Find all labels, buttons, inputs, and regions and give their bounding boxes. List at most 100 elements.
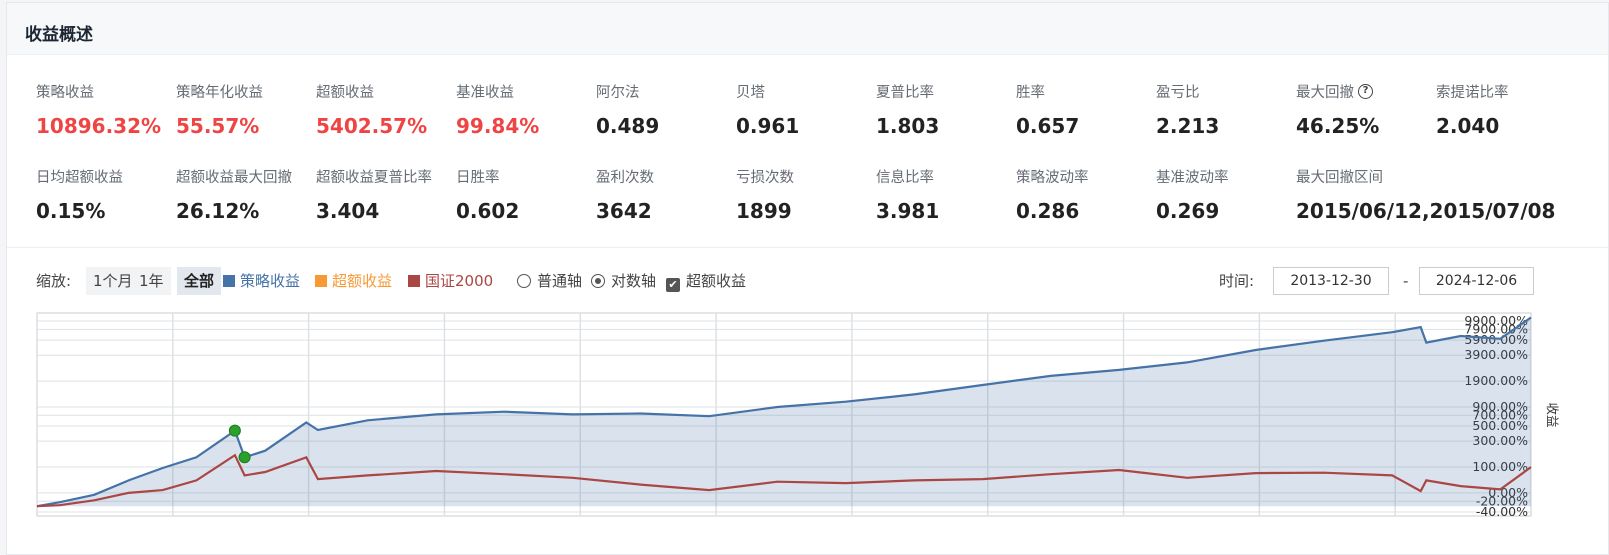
- metric-label: 策略年化收益: [176, 81, 326, 102]
- metric-value: 2.213: [1156, 114, 1220, 138]
- date-from-input[interactable]: 2013-12-30: [1273, 267, 1389, 295]
- metric-value: 46.25%: [1296, 114, 1380, 138]
- max-drawdown-marker: [238, 451, 251, 464]
- date-to-input[interactable]: 2024-12-06: [1419, 267, 1534, 295]
- metric-label: 策略波动率: [1016, 166, 1166, 187]
- metric-row1-9: 最大回撤? 46.25%: [1296, 81, 1446, 138]
- metric-value: 2.040: [1436, 114, 1500, 138]
- legend-excess-label: 超额收益: [332, 272, 393, 290]
- metric-value: 55.57%: [176, 114, 260, 138]
- metric-label-text: 夏普比率: [876, 85, 934, 101]
- max-drawdown-marker: [228, 424, 241, 437]
- axis-log-label: 对数轴: [611, 272, 657, 290]
- metric-label: 超额收益: [316, 81, 466, 102]
- radio-icon: [517, 274, 531, 288]
- metric-label-text: 索提诺比率: [1436, 85, 1509, 101]
- metric-label-text: 日均超额收益: [36, 170, 123, 186]
- y-tick-label: -40.00%: [1476, 504, 1528, 519]
- radio-selected-icon: [591, 274, 605, 288]
- metric-value: 0.489: [596, 114, 660, 138]
- zoom-1-year-button[interactable]: 1年: [132, 267, 171, 295]
- metric-row1-1: 策略年化收益 55.57%: [176, 81, 326, 138]
- chart-toolbar: 缩放: 1个月 1年 全部 策略收益 超额收益 国证2000 普通轴 对数轴 ✔…: [7, 267, 1608, 297]
- metric-row2-2: 超额收益夏普比率 3.404: [316, 166, 466, 223]
- legend-excess[interactable]: 超额收益: [315, 267, 392, 295]
- metric-label: 日均超额收益: [36, 166, 186, 187]
- metric-row2-3: 日胜率 0.602: [456, 166, 606, 223]
- help-icon[interactable]: ?: [1358, 84, 1373, 99]
- legend-benchmark-label: 国证2000: [425, 272, 494, 290]
- metric-row1-8: 盈亏比 2.213: [1156, 81, 1306, 138]
- legend-strategy[interactable]: 策略收益: [223, 267, 300, 295]
- metric-label-text: 贝塔: [736, 85, 765, 101]
- metric-label: 最大回撤?: [1296, 81, 1446, 102]
- metric-value: 2015/06/12,2015/07/08: [1296, 199, 1556, 223]
- date-separator: -: [1403, 272, 1409, 290]
- metric-value: 3.981: [876, 199, 940, 223]
- metric-label: 贝塔: [736, 81, 886, 102]
- metric-value: 10896.32%: [36, 114, 162, 138]
- metric-label-text: 超额收益最大回撤: [176, 170, 292, 186]
- metric-label: 超额收益最大回撤: [176, 166, 326, 187]
- metric-label-text: 亏损次数: [736, 170, 794, 186]
- metric-label-text: 信息比率: [876, 170, 934, 186]
- metric-value: 0.15%: [36, 199, 106, 223]
- metric-value: 1.803: [876, 114, 940, 138]
- metric-label: 日胜率: [456, 166, 606, 187]
- zoom-label: 缩放:: [36, 272, 72, 290]
- metric-row1-5: 贝塔 0.961: [736, 81, 886, 138]
- time-label: 时间:: [1219, 272, 1255, 290]
- metric-label-text: 基准收益: [456, 85, 514, 101]
- metric-value: 5402.57%: [316, 114, 428, 138]
- metric-row2-8: 基准波动率 0.269: [1156, 166, 1306, 223]
- metric-label-text: 策略年化收益: [176, 85, 263, 101]
- checkbox-checked-icon: ✔: [666, 278, 680, 292]
- panel-title: 收益概述: [25, 25, 93, 45]
- metric-row1-6: 夏普比率 1.803: [876, 81, 1026, 138]
- legend-strategy-label: 策略收益: [240, 272, 301, 290]
- metric-label: 盈亏比: [1156, 81, 1306, 102]
- metric-value: 3642: [596, 199, 652, 223]
- metric-label-text: 最大回撤: [1296, 85, 1354, 101]
- metric-label: 盈利次数: [596, 166, 746, 187]
- metric-label: 索提诺比率: [1436, 81, 1586, 102]
- excess-returns-checkbox[interactable]: ✔ 超额收益: [666, 267, 746, 295]
- axis-normal-radio[interactable]: 普通轴: [517, 267, 582, 295]
- returns-chart-svg[interactable]: 9900.00%7900.00%5900.00%3900.00%1900.00%…: [7, 303, 1609, 523]
- legend-benchmark[interactable]: 国证2000: [408, 267, 493, 295]
- metric-value: 26.12%: [176, 199, 260, 223]
- metric-label-text: 胜率: [1016, 85, 1045, 101]
- metric-label-text: 基准波动率: [1156, 170, 1229, 186]
- metric-value: 0.961: [736, 114, 800, 138]
- metric-label-text: 日胜率: [456, 170, 500, 186]
- legend-excess-swatch: [315, 275, 327, 287]
- legend-benchmark-swatch: [408, 275, 420, 287]
- metric-row2-1: 超额收益最大回撤 26.12%: [176, 166, 326, 223]
- metric-row1-2: 超额收益 5402.57%: [316, 81, 466, 138]
- metric-row1-4: 阿尔法 0.489: [596, 81, 746, 138]
- metric-label: 基准收益: [456, 81, 606, 102]
- metric-row2-0: 日均超额收益 0.15%: [36, 166, 186, 223]
- metric-label-text: 盈亏比: [1156, 85, 1200, 101]
- metric-row1-7: 胜率 0.657: [1016, 81, 1166, 138]
- metric-label-text: 策略波动率: [1016, 170, 1089, 186]
- metric-value: 0.657: [1016, 114, 1080, 138]
- metric-label: 超额收益夏普比率: [316, 166, 466, 187]
- metric-row1-10: 索提诺比率 2.040: [1436, 81, 1586, 138]
- returns-overview-panel: 收益概述 策略收益 10896.32% 策略年化收益 55.57% 超额收益 5402.5…: [6, 2, 1609, 555]
- panel-header: 收益概述: [7, 3, 1608, 55]
- metric-label: 策略收益: [36, 81, 186, 102]
- metric-value: 3.404: [316, 199, 380, 223]
- axis-log-radio[interactable]: 对数轴: [591, 267, 656, 295]
- zoom-all-button[interactable]: 全部: [177, 267, 222, 295]
- metric-label-text: 超额收益夏普比率: [316, 170, 432, 186]
- axis-normal-label: 普通轴: [537, 272, 583, 290]
- metric-value: 0.269: [1156, 199, 1220, 223]
- legend-strategy-swatch: [223, 275, 235, 287]
- metric-row2-6: 信息比率 3.981: [876, 166, 1026, 223]
- metric-value: 1899: [736, 199, 792, 223]
- metric-row2-9: 最大回撤区间 2015/06/12,2015/07/08: [1296, 166, 1556, 223]
- metric-row1-3: 基准收益 99.84%: [456, 81, 606, 138]
- metric-label-text: 超额收益: [316, 85, 374, 101]
- metric-value: 0.602: [456, 199, 520, 223]
